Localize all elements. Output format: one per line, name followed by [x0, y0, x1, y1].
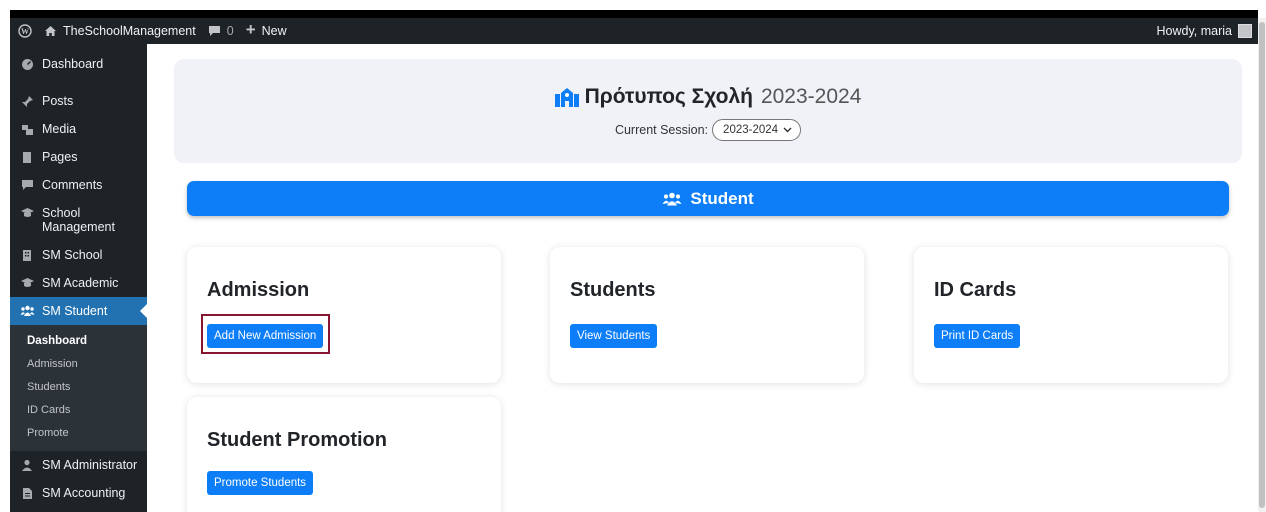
graduation-cap-icon — [18, 276, 36, 290]
sidebar-item-sm-school[interactable]: SM School — [10, 241, 147, 269]
card-title: Students — [570, 279, 656, 301]
submenu-dashboard[interactable]: Dashboard — [10, 330, 147, 353]
session-select[interactable]: 2023-2024 — [712, 119, 802, 141]
wordpress-icon: W — [18, 24, 32, 38]
screenshot-frame: W TheSchoolManagement 0 + New Howdy, mar… — [0, 0, 1266, 512]
avatar — [1238, 24, 1252, 38]
card-title: Admission — [207, 279, 310, 301]
wordpress-logo-button[interactable]: W — [10, 18, 38, 44]
sidebar-item-label: SM Administrator — [42, 458, 138, 472]
sidebar-item-label: Dashboard — [42, 57, 104, 71]
school-header-card: Πρότυπος Σχολή 2023-2024 Current Session… — [174, 59, 1242, 163]
sidebar-item-sm-administrator[interactable]: SM Administrator — [10, 451, 147, 479]
plus-icon: + — [245, 20, 256, 39]
school-title: Πρότυπος Σχολή 2023-2024 — [174, 85, 1242, 109]
sidebar-item-label: Comments — [42, 178, 103, 192]
submenu-students[interactable]: Students — [10, 376, 147, 399]
graduation-cap-icon — [18, 206, 36, 220]
user-tie-icon — [18, 458, 36, 472]
comments-link[interactable]: 0 — [202, 18, 240, 44]
sidebar-item-label: Posts — [42, 94, 74, 108]
school-icon — [554, 87, 579, 107]
comment-icon — [208, 25, 221, 37]
sidebar-item-sm-academic[interactable]: SM Academic — [10, 269, 147, 297]
sidebar-item-label: SM Academic — [42, 276, 119, 290]
new-label: New — [261, 24, 287, 38]
submenu-admission[interactable]: Admission — [10, 353, 147, 376]
session-value: 2023-2024 — [723, 124, 779, 136]
sidebar-item-label: School Management — [42, 206, 115, 234]
sidebar-item-label: Pages — [42, 150, 78, 164]
svg-text:W: W — [21, 27, 29, 36]
comment-icon — [18, 178, 36, 192]
new-content-link[interactable]: + New — [240, 18, 293, 44]
site-name: TheSchoolManagement — [63, 24, 196, 38]
promote-students-button[interactable]: Promote Students — [207, 471, 314, 495]
id-cards-card: ID Cards Print ID Cards — [914, 247, 1228, 383]
account-menu[interactable]: Howdy, maria — [1157, 24, 1258, 38]
admin-bar: W TheSchoolManagement 0 + New Howdy, mar… — [10, 18, 1258, 44]
sidebar-item-label: SM Student — [42, 304, 108, 318]
school-year: 2023-2024 — [760, 85, 862, 108]
admin-sidebar: Dashboard Posts Media Pages Comments Sch… — [10, 44, 147, 512]
student-section-header: Student — [187, 181, 1229, 216]
pages-icon — [18, 150, 36, 164]
sidebar-item-sm-student[interactable]: SM Student — [10, 297, 147, 325]
print-id-cards-button[interactable]: Print ID Cards — [934, 324, 1021, 348]
main-content: Πρότυπος Σχολή 2023-2024 Current Session… — [147, 44, 1258, 512]
scrollbar-thumb[interactable] — [1259, 22, 1265, 508]
sidebar-item-dashboard[interactable]: Dashboard — [10, 50, 147, 78]
sidebar-item-label: SM School — [42, 248, 103, 262]
sidebar-item-pages[interactable]: Pages — [10, 143, 147, 171]
howdy-text: Howdy, maria — [1156, 24, 1232, 38]
home-icon — [44, 25, 57, 37]
users-icon — [18, 304, 36, 318]
comments-count: 0 — [226, 24, 234, 38]
sidebar-item-sm-accounting[interactable]: SM Accounting — [10, 479, 147, 507]
school-name: Πρότυπος Σχολή — [584, 85, 753, 108]
view-students-button[interactable]: View Students — [570, 324, 658, 348]
submenu-promote[interactable]: Promote — [10, 422, 147, 445]
students-card: Students View Students — [550, 247, 864, 383]
session-row: Current Session: 2023-2024 — [174, 119, 1242, 141]
sidebar-item-posts[interactable]: Posts — [10, 87, 147, 115]
pin-icon — [18, 94, 36, 108]
sidebar-item-media[interactable]: Media — [10, 115, 147, 143]
chevron-down-icon — [783, 127, 792, 133]
invoice-icon — [18, 486, 36, 500]
window-top-edge — [10, 10, 1258, 18]
sidebar-item-school-management[interactable]: School Management — [10, 199, 147, 241]
dashboard-icon — [18, 57, 36, 71]
highlight-box — [201, 314, 330, 354]
card-title: Student Promotion — [207, 429, 387, 451]
student-promotion-card: Student Promotion Promote Students — [187, 397, 501, 512]
card-title: ID Cards — [934, 279, 1017, 301]
site-name-link[interactable]: TheSchoolManagement — [38, 18, 202, 44]
submenu-id-cards[interactable]: ID Cards — [10, 399, 147, 422]
media-icon — [18, 122, 36, 136]
sidebar-item-comments[interactable]: Comments — [10, 171, 147, 199]
users-icon — [662, 192, 682, 206]
sidebar-item-label: SM Accounting — [42, 486, 126, 500]
sidebar-item-label: Media — [42, 122, 77, 136]
sm-student-submenu: Dashboard Admission Students ID Cards Pr… — [10, 325, 147, 451]
session-label: Current Session: — [614, 123, 709, 137]
section-title: Student — [690, 188, 754, 208]
building-icon — [18, 248, 36, 262]
